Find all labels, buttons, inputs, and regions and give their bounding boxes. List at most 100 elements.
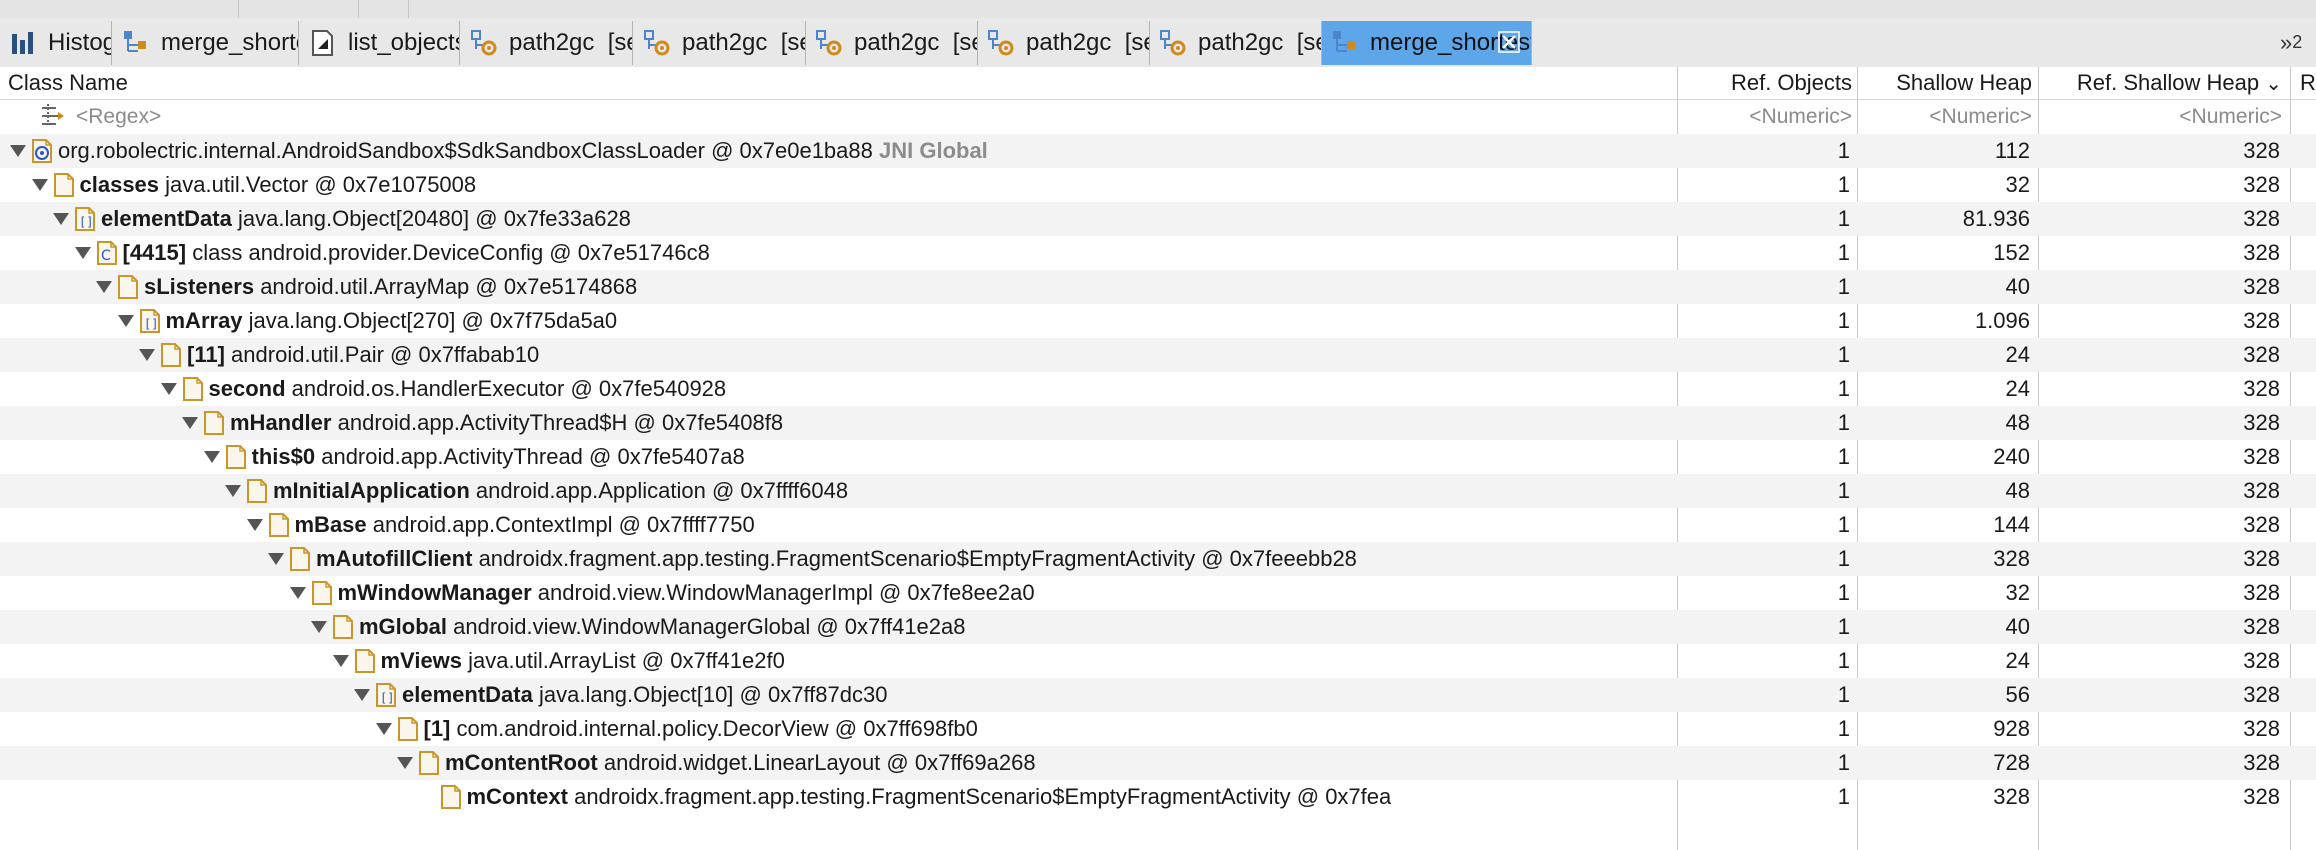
expand-toggle-icon[interactable] xyxy=(182,417,198,429)
expand-toggle-icon[interactable] xyxy=(375,723,392,735)
tree-row[interactable]: second android.os.HandlerExecutor @ 0x7f… xyxy=(0,372,2316,406)
object-icon xyxy=(417,750,441,776)
expand-toggle-icon[interactable] xyxy=(53,213,69,225)
classloader-object-icon xyxy=(30,138,54,164)
class-name-cell: [] mArray java.lang.Object[270] @ 0x7f75d… xyxy=(0,304,1676,338)
tree-row[interactable]: mViews java.util.ArrayList @ 0x7ff41e2f0… xyxy=(0,644,2316,678)
expand-toggle-icon[interactable] xyxy=(354,689,370,701)
ref-objects-cell: 1 xyxy=(1837,614,1850,639)
expand-toggle-icon[interactable] xyxy=(268,553,284,565)
column-header-ref-shallow-heap[interactable]: Ref. Shallow Heap ⌄ xyxy=(2040,67,2282,99)
tree-row[interactable]: [1] com.android.internal.policy.DecorVie… xyxy=(0,712,2316,746)
tab-2[interactable]: list_objects [se... xyxy=(300,21,460,65)
svg-text:[]: [] xyxy=(144,317,158,331)
tree-row[interactable]: [] elementData java.lang.Object[10] @ 0x7… xyxy=(0,678,2316,712)
tree-row[interactable]: mContentRoot android.widget.LinearLayout… xyxy=(0,746,2316,780)
expand-toggle-icon[interactable] xyxy=(203,451,220,463)
expand-toggle-icon[interactable] xyxy=(10,145,26,157)
tree-row[interactable]: org.robolectric.internal.AndroidSandbox$… xyxy=(0,134,2316,168)
tab-4[interactable]: path2gc [selecti... xyxy=(634,21,806,65)
tree-row[interactable]: mInitialApplication android.app.Applicat… xyxy=(0,474,2316,508)
column-header-shallow-heap[interactable]: Shallow Heap xyxy=(1858,67,2032,99)
object-icon xyxy=(202,410,226,436)
expand-toggle-icon[interactable] xyxy=(289,587,306,599)
shallow-heap-filter-input[interactable]: <Numeric> xyxy=(1858,100,2032,134)
ref-shallow-heap-cell: 328 xyxy=(2243,172,2280,197)
tab-overflow-button[interactable]: » 2 xyxy=(2280,18,2316,67)
tree-row[interactable]: mAutofillClient androidx.fragment.app.te… xyxy=(0,542,2316,576)
list-objects-icon xyxy=(308,28,338,58)
path2gc-icon xyxy=(814,28,844,58)
expand-toggle-icon[interactable] xyxy=(74,247,91,259)
object-icon xyxy=(353,648,377,674)
object-icon xyxy=(159,342,183,368)
tab-7[interactable]: path2gc [selecti... xyxy=(1150,21,1322,65)
tree-row[interactable]: this$0 android.app.ActivityThread @ 0x7f… xyxy=(0,440,2316,474)
field-name: mAutofillClient xyxy=(316,546,473,571)
expand-toggle-icon[interactable] xyxy=(246,519,263,531)
expand-toggle-icon[interactable] xyxy=(96,281,112,293)
object-label: org.robolectric.internal.AndroidSandbox$… xyxy=(58,134,988,168)
field-name: mGlobal xyxy=(359,614,448,639)
column-header-class-name[interactable]: Class Name xyxy=(8,67,128,99)
object-description: android.app.ContextImpl @ 0x7ffff7750 xyxy=(372,512,755,537)
expand-toggle-icon[interactable] xyxy=(31,179,48,191)
object-label: elementData java.lang.Object[20480] @ 0x… xyxy=(101,202,631,236)
column-header-cutoff[interactable]: R xyxy=(2300,67,2316,99)
tab-5[interactable]: path2gc [selecti... xyxy=(806,21,978,65)
expand-toggle-icon[interactable] xyxy=(160,383,177,395)
close-icon[interactable] xyxy=(1497,30,1521,54)
field-name: mBase xyxy=(294,512,367,537)
ref-objects-cell: 1 xyxy=(1837,546,1850,571)
expand-toggle-icon[interactable] xyxy=(117,315,134,327)
object-description: java.lang.Object[10] @ 0x7ff87dc30 xyxy=(538,682,888,707)
field-name: mContext xyxy=(466,784,568,809)
field-name: mInitialApplication xyxy=(273,478,470,503)
object-tree: org.robolectric.internal.AndroidSandbox$… xyxy=(0,134,2316,814)
ref-objects-cell: 1 xyxy=(1837,512,1850,537)
class-name-cell: second android.os.HandlerExecutor @ 0x7f… xyxy=(0,372,1676,406)
object-description: android.widget.LinearLayout @ 0x7ff69a26… xyxy=(603,750,1036,775)
object-label: mArray java.lang.Object[270] @ 0x7f75da5… xyxy=(166,304,618,338)
object-description: android.app.Application @ 0x7ffff6048 xyxy=(475,478,849,503)
field-name: sListeners xyxy=(144,274,255,299)
object-label: classes java.util.Vector @ 0x7e1075008 xyxy=(80,168,477,202)
svg-text:C: C xyxy=(101,248,111,264)
shallow-heap-cell: 328 xyxy=(1993,546,2030,571)
tab-active-8[interactable]: merge_shortest_pa... xyxy=(1322,21,1532,65)
tab-1[interactable]: merge_shortest_pa... xyxy=(113,21,299,65)
ref-shallow-heap-filter-input[interactable]: <Numeric> xyxy=(2040,100,2282,134)
expand-toggle-icon[interactable] xyxy=(332,655,349,667)
array-object-icon: [] xyxy=(138,308,162,334)
regex-filter-input[interactable]: <Regex> xyxy=(76,100,161,134)
ref-objects-filter-input[interactable]: <Numeric> xyxy=(1678,100,1852,134)
expand-toggle-icon[interactable] xyxy=(311,621,327,633)
tree-row[interactable]: mWindowManager android.view.WindowManage… xyxy=(0,576,2316,610)
tree-row[interactable]: mContext androidx.fragment.app.testing.F… xyxy=(0,780,2316,814)
shallow-heap-cell: 40 xyxy=(2005,614,2030,639)
class-name-cell: this$0 android.app.ActivityThread @ 0x7f… xyxy=(0,440,1676,474)
tree-row[interactable]: [] elementData java.lang.Object[20480] @ … xyxy=(0,202,2316,236)
tab-6[interactable]: path2gc [selecti... xyxy=(978,21,1150,65)
object-icon xyxy=(331,614,355,640)
class-name-cell: mGlobal android.view.WindowManagerGlobal… xyxy=(0,610,1676,644)
class-name-cell: mViews java.util.ArrayList @ 0x7ff41e2f0 xyxy=(0,644,1676,678)
expand-toggle-icon[interactable] xyxy=(139,349,155,361)
shallow-heap-cell: 928 xyxy=(1993,716,2030,741)
tree-row[interactable]: [11] android.util.Pair @ 0x7ffabab10 1 24 3… xyxy=(0,338,2316,372)
shallow-heap-cell: 24 xyxy=(2005,376,2030,401)
expand-toggle-icon[interactable] xyxy=(225,485,241,497)
shallow-heap-cell: 48 xyxy=(2005,410,2030,435)
tree-row[interactable]: C [4415] class android.provider.DeviceCon… xyxy=(0,236,2316,270)
shallow-heap-cell: 112 xyxy=(1994,138,2030,163)
expand-toggle-icon[interactable] xyxy=(397,757,413,769)
tree-row[interactable]: sListeners android.util.ArrayMap @ 0x7e5… xyxy=(0,270,2316,304)
tab-3[interactable]: path2gc [selecti... xyxy=(461,21,633,65)
tree-row[interactable]: [] mArray java.lang.Object[270] @ 0x7f75d… xyxy=(0,304,2316,338)
tab-0[interactable]: Histogram xyxy=(0,21,112,65)
tree-row[interactable]: mGlobal android.view.WindowManagerGlobal… xyxy=(0,610,2316,644)
tree-row[interactable]: classes java.util.Vector @ 0x7e1075008 1 3… xyxy=(0,168,2316,202)
column-header-ref-objects[interactable]: Ref. Objects xyxy=(1678,67,1852,99)
tree-row[interactable]: mBase android.app.ContextImpl @ 0x7ffff7… xyxy=(0,508,2316,542)
tree-row[interactable]: mHandler android.app.ActivityThread$H @ … xyxy=(0,406,2316,440)
